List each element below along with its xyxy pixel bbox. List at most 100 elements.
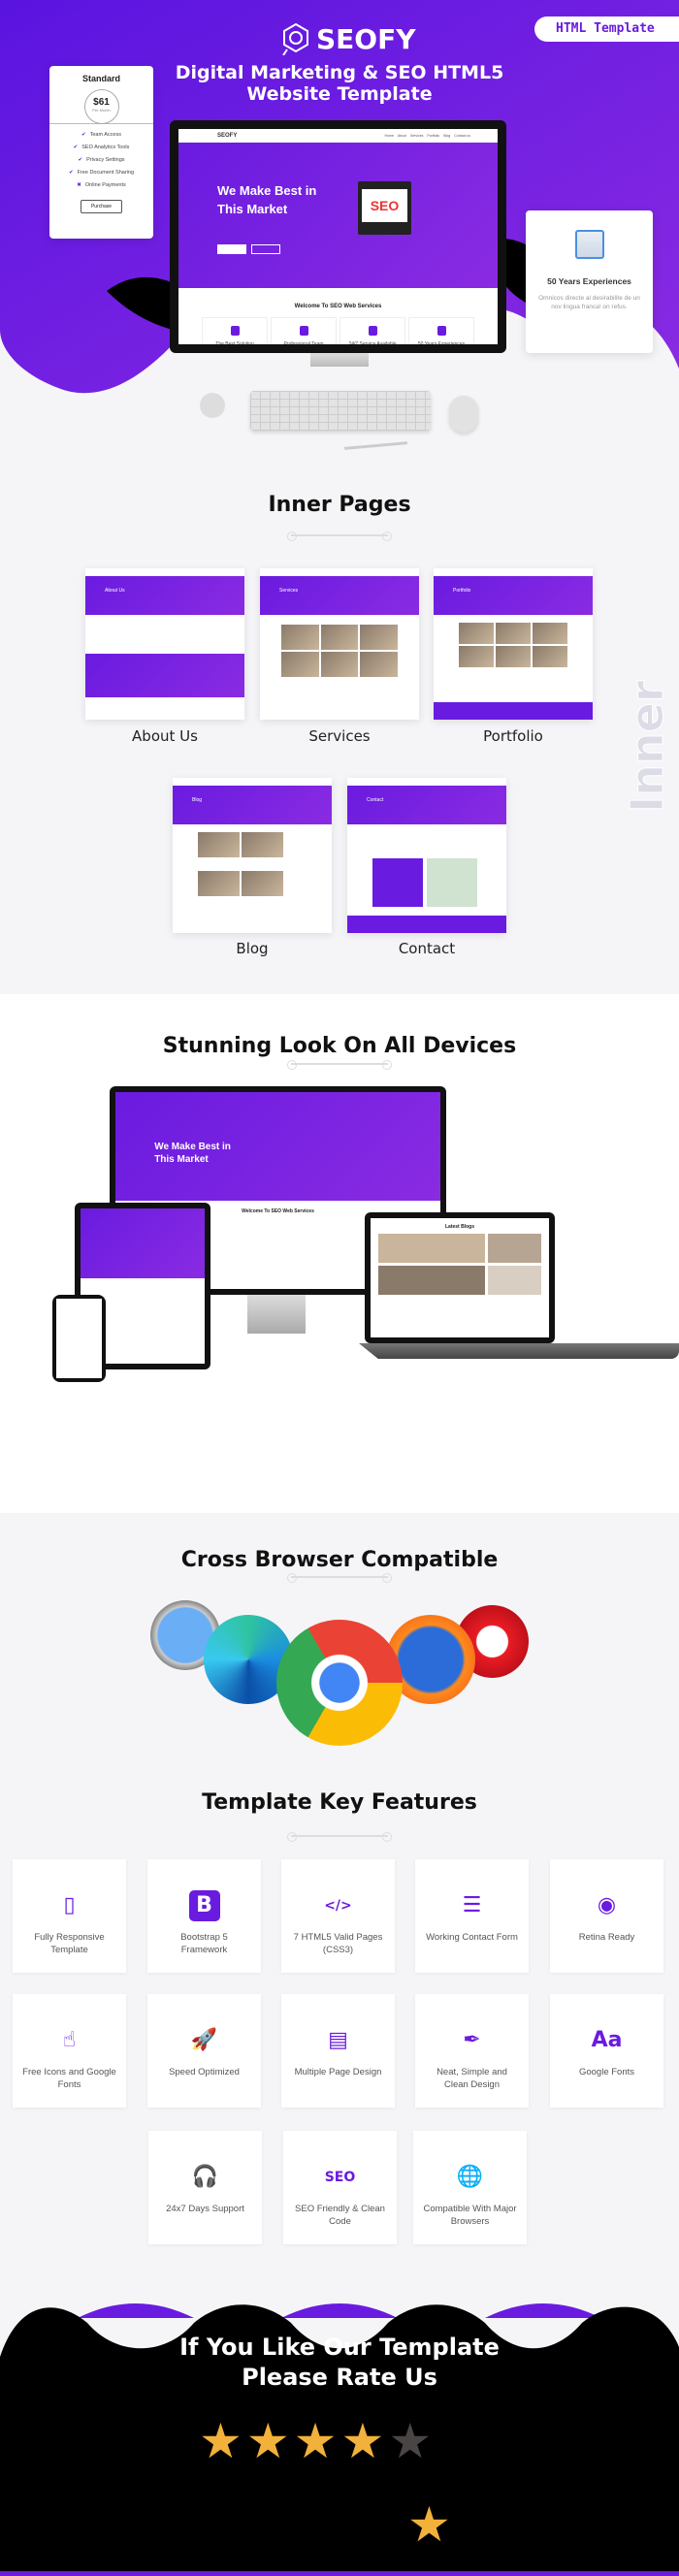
logo-text: SEOFY xyxy=(316,22,416,55)
star-filled-icon[interactable]: ★ xyxy=(294,2417,338,2465)
feature-card: 🚀 Speed Optimized xyxy=(147,1994,261,2108)
cup-image xyxy=(200,393,225,418)
desktop-stand xyxy=(247,1295,306,1334)
thumb-banner: Portfolio xyxy=(434,576,593,615)
check-icon: ✔ xyxy=(69,170,74,176)
pen-tool-icon: ✒ xyxy=(463,2028,481,2052)
contact-page-thumbnail[interactable]: Contact xyxy=(347,778,506,933)
feature-label: Fully Responsive Template xyxy=(34,1932,105,1955)
feature-label: Working Contact Form xyxy=(426,1932,518,1943)
feature-card: ◉ Retina Ready xyxy=(550,1859,663,1973)
mock-button xyxy=(217,244,246,254)
eye-icon: ◉ xyxy=(597,1893,617,1917)
thumb-image-grid xyxy=(281,625,398,677)
feature-label: SEO Friendly & Clean Code xyxy=(295,2204,385,2227)
feature-card: ☝ Free Icons and Google Fonts xyxy=(13,1994,126,2108)
about-page-thumbnail[interactable]: About Us xyxy=(85,568,244,720)
feature-label: Privacy Settings xyxy=(86,157,125,163)
mock-hero-line1: We Make Best in xyxy=(154,1142,231,1153)
mock-hero-title: We Make Best in This Market xyxy=(217,181,316,218)
mock-hero-line2: This Market xyxy=(217,202,288,216)
thumb-nav xyxy=(85,568,244,576)
feature-list: ✔ Team Access ✔ SEO Analytics Tools ✔ Priva… xyxy=(49,132,153,188)
thumb-footer xyxy=(347,916,506,933)
thumb-nav xyxy=(434,568,593,576)
star-filled-icon[interactable]: ★ xyxy=(246,2417,290,2465)
feature-card: </> 7 HTML5 Valid Pages (CSS3) xyxy=(281,1859,395,1973)
purchase-button[interactable]: Purchase xyxy=(80,200,123,213)
feature-card: ✒ Neat, Simple and Clean Design xyxy=(415,1994,529,2108)
feature-card: SEO SEO Friendly & Clean Code xyxy=(283,2131,397,2244)
feature-label: Google Fonts xyxy=(578,2067,635,2077)
list-item: ✔ Team Access xyxy=(49,132,153,138)
feature-label: 24x7 Days Support xyxy=(166,2204,244,2214)
rating-stars[interactable]: ★ ★ ★ ★ ★ xyxy=(199,2417,470,2465)
mock-logo: SEOFY xyxy=(217,133,238,139)
feature-label: Free Icons and Google Fonts xyxy=(22,2067,116,2090)
features-title: Template Key Features xyxy=(202,1790,477,1815)
pen-image xyxy=(343,441,408,450)
rating-line2: Please Rate Us xyxy=(242,2364,437,2391)
code-file-icon: </> xyxy=(324,1898,352,1914)
hero-title: Digital Marketing & SEO HTML5 Website Te… xyxy=(146,62,534,105)
rating-line1: If You Like Our Template xyxy=(179,2334,500,2361)
seofy-logo: SEOFY xyxy=(281,21,417,56)
desktop-monitor-mockup: SEOFY Home About Services Portfolio Blog Cont… xyxy=(170,120,506,353)
thumb-banner: Blog xyxy=(173,786,332,824)
form-icon: ☰ xyxy=(462,1893,482,1917)
feature-card: ▤ Multiple Page Design xyxy=(281,1994,395,2108)
inner-pages-watermark: Inner Pages xyxy=(621,671,679,822)
mock-nav-home: Home xyxy=(384,134,394,138)
feature-card: 🌐 Compatible With Major Browsers xyxy=(413,2131,527,2244)
check-icon: ✔ xyxy=(78,157,83,163)
thumb-nav xyxy=(260,568,419,576)
thumb-footer xyxy=(434,702,593,720)
mock-nav-services: Services xyxy=(409,134,424,138)
thumb-banner: About Us xyxy=(85,576,244,615)
touch-icon: ☝ xyxy=(62,2028,77,2052)
plan-name: Standard xyxy=(81,74,120,83)
seo-illustration xyxy=(358,181,411,235)
mouse-image xyxy=(449,396,478,433)
title-divider xyxy=(287,1060,392,1070)
html-template-badge: HTML Template xyxy=(534,16,679,42)
check-icon: ✔ xyxy=(81,132,86,138)
thumb-about-section xyxy=(85,654,244,697)
feature-card: ▯ Fully Responsive Template xyxy=(13,1859,126,1973)
experience-title: 50 Years Experiences xyxy=(547,276,631,286)
mock-nav-about: About xyxy=(397,134,406,138)
hero-title-line1: Digital Marketing & SEO HTML5 xyxy=(175,62,504,83)
keyboard-image xyxy=(250,391,431,431)
star-filled-icon[interactable]: ★ xyxy=(199,2417,242,2465)
portfolio-page-thumbnail[interactable]: Portfolio xyxy=(434,568,593,720)
analytics-icon xyxy=(574,230,604,259)
title-divider xyxy=(287,1573,392,1583)
cross-icon: ✖ xyxy=(77,182,81,188)
mock-section-title: Welcome To SEO Web Services xyxy=(294,304,382,309)
hero-title-line2: Website Template xyxy=(246,83,433,105)
pages-icon: ▤ xyxy=(328,2028,348,2052)
experience-text: Omnicos directe al desirabilite de un no… xyxy=(538,295,640,310)
mock-navbar: SEOFY Home About Services Portfolio Blog Cont… xyxy=(178,129,498,143)
experience-card: 50 Years Experiences Omnicos directe al … xyxy=(526,210,653,353)
thumb-blog-grid xyxy=(198,832,283,896)
monitor-stand xyxy=(310,353,369,367)
seo-icon: SEO xyxy=(324,2170,356,2185)
font-icon: Aa xyxy=(591,2028,623,2052)
list-item: ✔ Privacy Settings xyxy=(49,157,153,163)
chrome-icon xyxy=(276,1620,403,1746)
devices-icon: ▯ xyxy=(63,1893,76,1917)
check-icon: ✔ xyxy=(73,145,79,150)
star-filled-icon[interactable]: ★ xyxy=(340,2417,384,2465)
devices-title: Stunning Look On All Devices xyxy=(162,1034,517,1058)
services-page-thumbnail[interactable]: Services xyxy=(260,568,419,720)
star-empty-icon[interactable]: ★ xyxy=(388,2417,432,2465)
mock-hero-line2: This Market xyxy=(154,1154,209,1166)
feature-label: Free Document Sharing xyxy=(77,170,134,176)
falling-star-icon: ★ xyxy=(407,2497,451,2552)
blog-page-thumbnail[interactable]: Blog xyxy=(173,778,332,933)
mock-service-card: 24/7 Service Available xyxy=(340,317,405,344)
laptop-heading: Latest Blogs xyxy=(444,1224,474,1230)
mock-service-card: The Best Solution xyxy=(202,317,268,344)
laptop-screen: Latest Blogs xyxy=(371,1218,549,1337)
